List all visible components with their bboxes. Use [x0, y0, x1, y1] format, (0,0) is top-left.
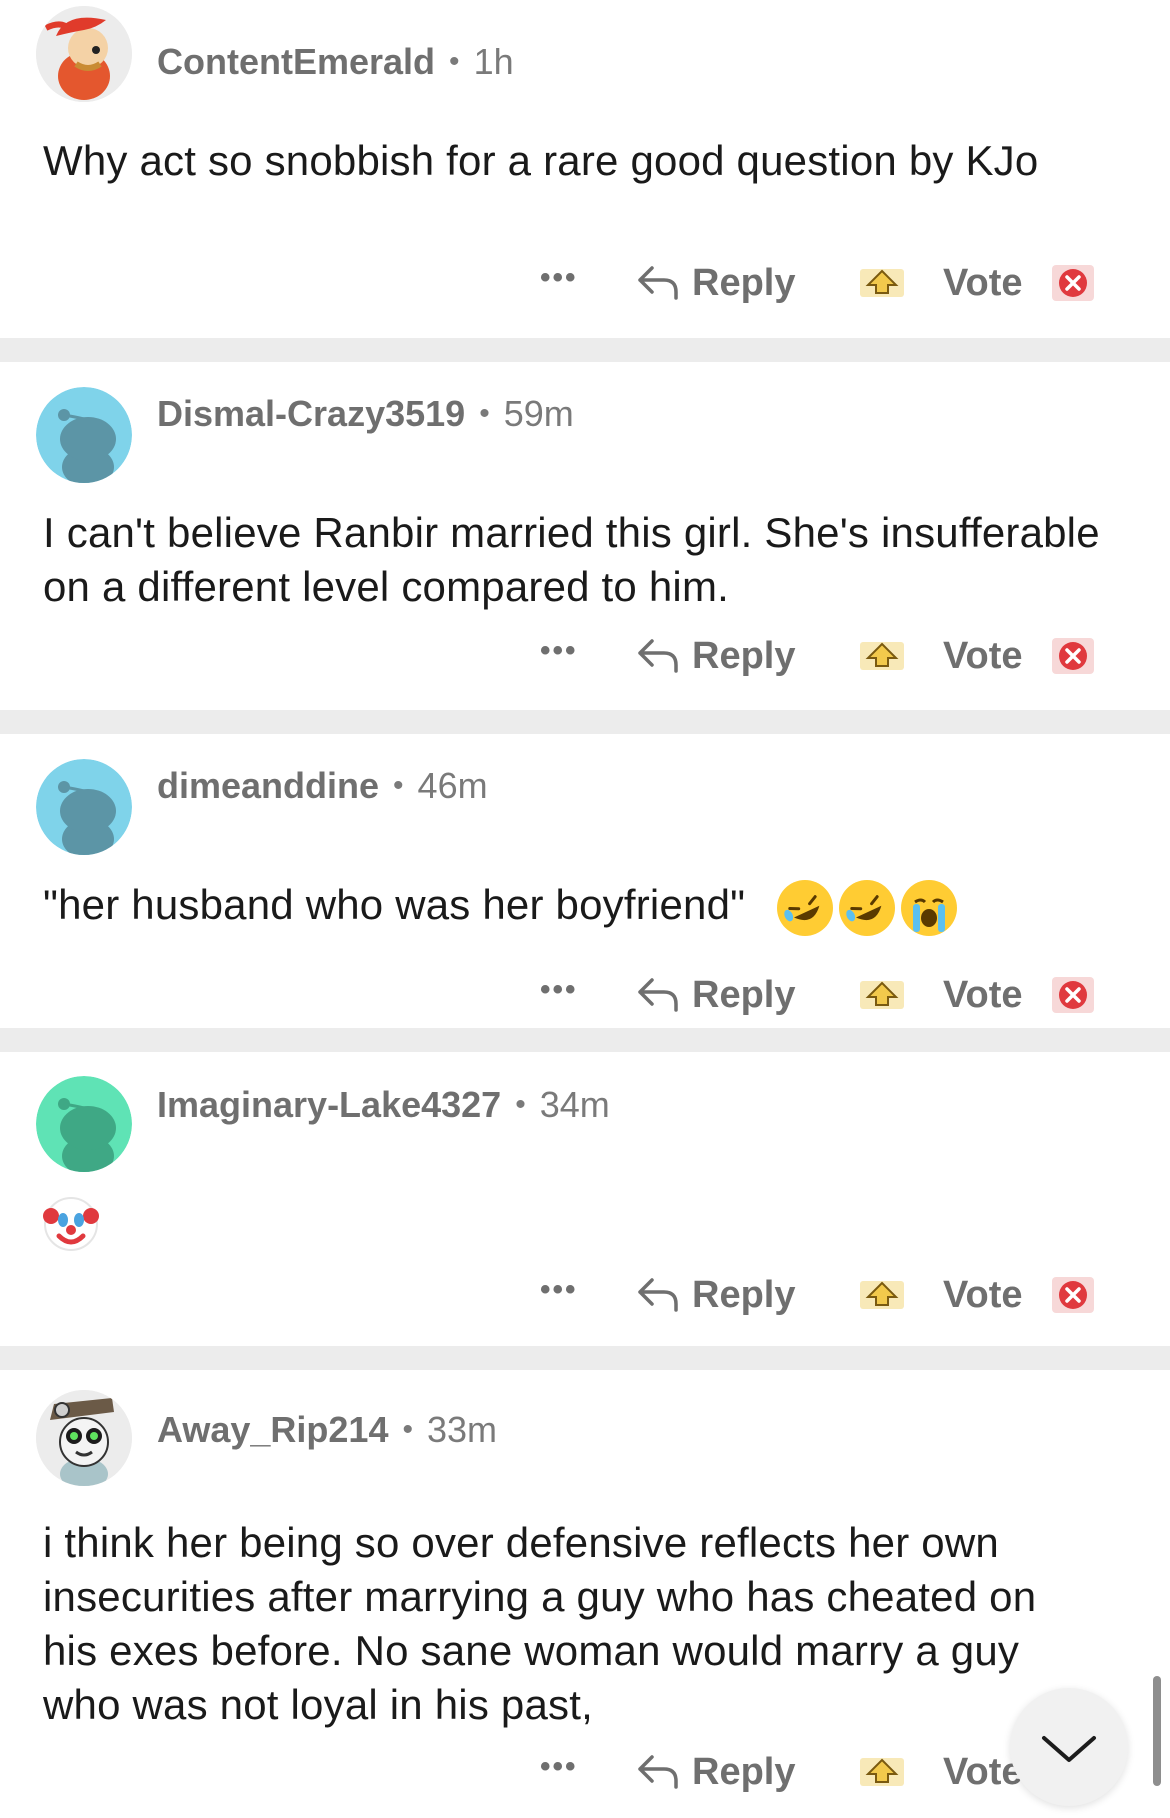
comment-separator	[0, 710, 1170, 734]
comment-text: Why act so snobbish for a rare good ques…	[43, 137, 1039, 184]
rolling-on-floor-laughing-emoji	[777, 879, 834, 936]
meta-separator: •	[449, 45, 460, 78]
more-options-button[interactable]: •••	[540, 1750, 578, 1784]
comment-actions: ••• Reply Vote	[0, 253, 1170, 313]
more-options-button[interactable]: •••	[540, 973, 578, 1007]
comment-card: dimeanddine • 46m "her husband who was h…	[0, 734, 1170, 1028]
meta-separator: •	[402, 1413, 413, 1446]
timestamp: 34m	[539, 1084, 610, 1125]
timestamp: 59m	[503, 393, 574, 434]
meta-separator: •	[479, 397, 490, 430]
avatar[interactable]	[36, 387, 132, 483]
scroll-to-next-button[interactable]	[1010, 1688, 1128, 1806]
reply-button[interactable]: Reply	[636, 626, 795, 686]
comment-meta: ContentEmerald • 1h	[157, 41, 514, 83]
avatar[interactable]	[36, 1076, 132, 1172]
reply-button[interactable]: Reply	[636, 253, 795, 313]
vote-label: Vote	[943, 1273, 1023, 1316]
comment-meta: Imaginary-Lake4327 • 34m	[157, 1084, 610, 1126]
username[interactable]: Dismal-Crazy3519	[157, 393, 465, 435]
comment-text: i think her being so over defensive refl…	[43, 1519, 1037, 1728]
reply-label: Reply	[692, 261, 796, 304]
comment-meta: dimeanddine • 46m	[157, 765, 488, 807]
meta-separator: •	[393, 769, 404, 802]
comment-separator	[0, 1028, 1170, 1052]
comment-actions: ••• Reply Vote	[0, 1265, 1170, 1325]
loudly-crying-emoji	[901, 879, 958, 936]
reply-arrow-icon	[638, 639, 678, 673]
reply-label: Reply	[692, 1750, 796, 1793]
avatar[interactable]	[36, 1390, 132, 1486]
reply-arrow-icon	[638, 978, 678, 1012]
vote-label: Vote	[943, 261, 1023, 304]
comment-actions: ••• Reply Vote	[0, 965, 1170, 1025]
clown-face-emoji	[43, 1196, 99, 1252]
downvote-x-icon[interactable]	[1050, 636, 1096, 676]
chevron-down-icon	[1042, 1736, 1096, 1762]
emoji-group	[777, 879, 958, 936]
timestamp: 1h	[473, 41, 514, 82]
reply-button[interactable]: Reply	[636, 1742, 795, 1802]
downvote-x-icon[interactable]	[1050, 263, 1096, 303]
username[interactable]: dimeanddine	[157, 765, 379, 807]
timestamp: 46m	[417, 765, 488, 806]
reply-arrow-icon	[638, 1278, 678, 1312]
username[interactable]: Imaginary-Lake4327	[157, 1084, 501, 1126]
reply-label: Reply	[692, 634, 796, 677]
comment-text-content: "her husband who was her boyfriend"	[43, 881, 746, 928]
downvote-x-icon[interactable]	[1050, 975, 1096, 1015]
upvote-award-icon[interactable]	[858, 977, 906, 1011]
comment-separator	[0, 338, 1170, 362]
meta-separator: •	[515, 1088, 526, 1121]
reply-label: Reply	[692, 973, 796, 1016]
comment-card: Imaginary-Lake4327 • 34m ••• Reply Vote	[0, 1052, 1170, 1346]
avatar[interactable]	[36, 759, 132, 855]
rolling-on-floor-laughing-emoji	[839, 879, 896, 936]
reply-arrow-icon	[638, 266, 678, 300]
upvote-award-icon[interactable]	[858, 1754, 906, 1788]
comment-actions: ••• Reply Vote	[0, 1742, 1170, 1802]
upvote-award-icon[interactable]	[858, 638, 906, 672]
more-options-button[interactable]: •••	[540, 634, 578, 668]
username[interactable]: ContentEmerald	[157, 41, 435, 83]
reply-arrow-icon	[638, 1755, 678, 1789]
comment-meta: Away_Rip214 • 33m	[157, 1409, 498, 1451]
username[interactable]: Away_Rip214	[157, 1409, 388, 1451]
comment-separator	[0, 1346, 1170, 1370]
reply-label: Reply	[692, 1273, 796, 1316]
comment-card: Dismal-Crazy3519 • 59m I can't believe R…	[0, 362, 1170, 710]
vote-label: Vote	[943, 973, 1023, 1016]
comment-text	[43, 1196, 1100, 1265]
avatar[interactable]	[36, 6, 132, 102]
upvote-award-icon[interactable]	[858, 1277, 906, 1311]
reply-button[interactable]: Reply	[636, 1265, 795, 1325]
comment-text: I can't believe Ranbir married this girl…	[43, 509, 1100, 610]
vote-label: Vote	[943, 634, 1023, 677]
timestamp: 33m	[426, 1409, 498, 1450]
more-options-button[interactable]: •••	[540, 261, 578, 295]
comment-actions: ••• Reply Vote	[0, 626, 1170, 686]
downvote-x-icon[interactable]	[1050, 1275, 1096, 1315]
scrollbar[interactable]	[1153, 1676, 1161, 1786]
reply-button[interactable]: Reply	[636, 965, 795, 1025]
comment-card: Away_Rip214 • 33m i think her being so o…	[0, 1370, 1170, 1818]
comment-text: "her husband who was her boyfriend"	[43, 878, 1100, 936]
upvote-award-icon[interactable]	[858, 265, 906, 299]
more-options-button[interactable]: •••	[540, 1273, 578, 1307]
comment-card: ContentEmerald • 1h Why act so snobbish …	[0, 0, 1170, 338]
comment-meta: Dismal-Crazy3519 • 59m	[157, 393, 574, 435]
